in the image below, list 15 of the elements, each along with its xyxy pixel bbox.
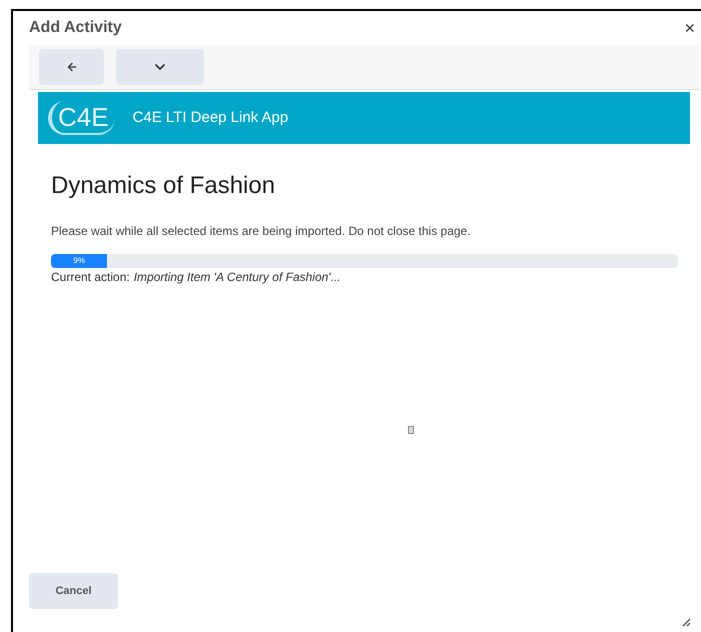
- resize-grip-icon[interactable]: [681, 617, 691, 627]
- app-logo: C4E: [48, 100, 115, 136]
- cancel-button[interactable]: Cancel: [29, 573, 118, 609]
- small-square-icon: [408, 426, 414, 434]
- back-button[interactable]: [39, 49, 104, 85]
- dialog-title: Add Activity: [29, 18, 122, 38]
- page-heading: Dynamics of Fashion: [51, 171, 276, 201]
- dropdown-button[interactable]: [116, 49, 204, 85]
- action-value: Importing Item 'A Century of Fashion'...: [134, 269, 341, 286]
- action-label: Current action:: [51, 269, 130, 286]
- progress-label: 9%: [73, 257, 85, 265]
- close-button[interactable]: ×: [684, 19, 695, 37]
- info-message: Please wait while all selected items are being imported. Do not close this page.: [51, 223, 472, 240]
- app-title: C4E LTI Deep Link App: [132, 108, 288, 128]
- arrow-left-icon: [66, 61, 78, 73]
